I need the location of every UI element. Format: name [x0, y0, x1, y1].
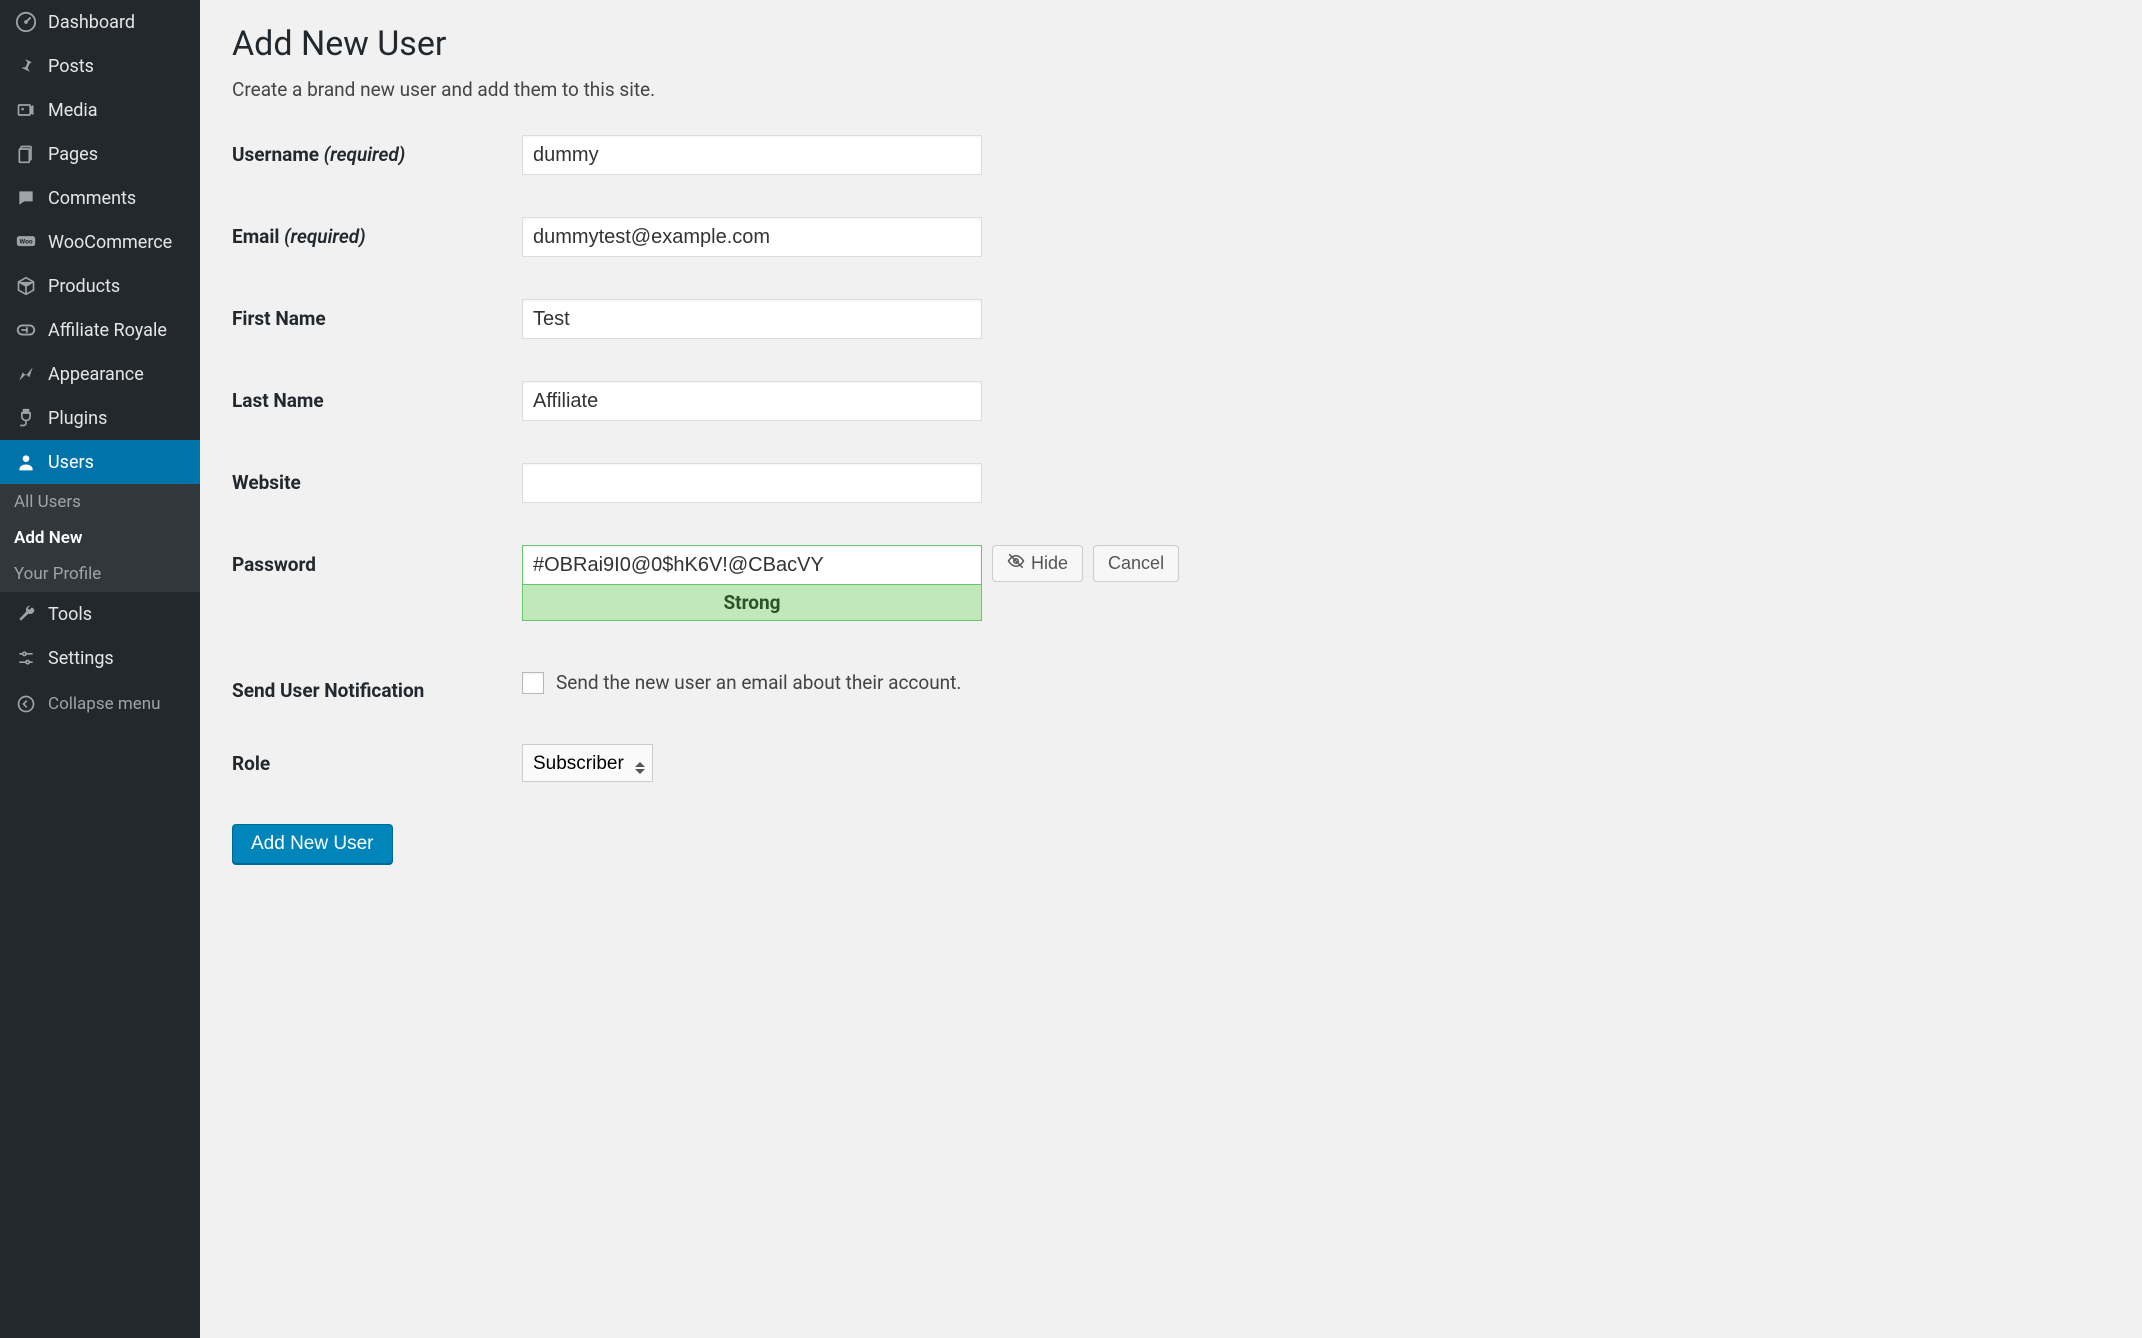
firstname-label: First Name: [232, 299, 522, 330]
sidebar-item-label: WooCommerce: [48, 232, 172, 253]
website-label: Website: [232, 463, 522, 494]
main-content: Add New User Create a brand new user and…: [200, 0, 2142, 1338]
lastname-field[interactable]: [522, 381, 982, 421]
appearance-icon: [14, 362, 38, 386]
sidebar-item-pages[interactable]: Pages: [0, 132, 200, 176]
sidebar-item-affiliate-royale[interactable]: Affiliate Royale: [0, 308, 200, 352]
sidebar-item-label: Appearance: [48, 364, 144, 385]
media-icon: [14, 98, 38, 122]
sidebar-item-label: Users: [48, 452, 94, 473]
sidebar-item-label: Comments: [48, 188, 136, 209]
notify-label: Send User Notification: [232, 671, 522, 702]
website-field[interactable]: [522, 463, 982, 503]
password-label: Password: [232, 545, 522, 576]
sidebar-item-label: Plugins: [48, 408, 107, 429]
page-description: Create a brand new user and add them to …: [232, 78, 2110, 101]
sidebar-item-label: Posts: [48, 56, 94, 77]
sidebar-item-posts[interactable]: Posts: [0, 44, 200, 88]
submenu-item-add-new[interactable]: Add New: [0, 520, 200, 556]
tools-icon: [14, 602, 38, 626]
sidebar-item-woocommerce[interactable]: Woo WooCommerce: [0, 220, 200, 264]
username-label: Username (required): [232, 135, 522, 166]
add-new-user-button[interactable]: Add New User: [232, 824, 393, 864]
comment-icon: [14, 186, 38, 210]
sidebar-item-users[interactable]: Users: [0, 440, 200, 484]
sidebar-item-label: Dashboard: [48, 12, 135, 33]
sidebar-item-tools[interactable]: Tools: [0, 592, 200, 636]
sidebar-item-label: Products: [48, 276, 120, 297]
page-title: Add New User: [232, 24, 2110, 64]
sidebar-item-products[interactable]: Products: [0, 264, 200, 308]
submenu-item-all-users[interactable]: All Users: [0, 484, 200, 520]
sidebar-item-plugins[interactable]: Plugins: [0, 396, 200, 440]
notify-checkbox-label: Send the new user an email about their a…: [556, 671, 961, 694]
role-select[interactable]: Subscriber: [522, 744, 653, 782]
user-icon: [14, 450, 38, 474]
cancel-password-button[interactable]: Cancel: [1093, 545, 1179, 582]
sidebar-item-appearance[interactable]: Appearance: [0, 352, 200, 396]
eye-slash-icon: [1007, 552, 1025, 575]
admin-sidebar: Dashboard Posts Media Pages Comments: [0, 0, 200, 1338]
password-strength-indicator: Strong: [522, 585, 982, 621]
sidebar-item-media[interactable]: Media: [0, 88, 200, 132]
username-field[interactable]: [522, 135, 982, 175]
sidebar-item-label: Tools: [48, 604, 92, 625]
affiliate-icon: [14, 318, 38, 342]
sidebar-item-label: Settings: [48, 648, 114, 669]
sidebar-item-label: Affiliate Royale: [48, 320, 167, 341]
sidebar-item-dashboard[interactable]: Dashboard: [0, 0, 200, 44]
submenu-item-your-profile[interactable]: Your Profile: [0, 556, 200, 592]
settings-icon: [14, 646, 38, 670]
users-submenu: All Users Add New Your Profile: [0, 484, 200, 592]
plugin-icon: [14, 406, 38, 430]
sidebar-item-label: Media: [48, 100, 98, 121]
lastname-label: Last Name: [232, 381, 522, 412]
collapse-label: Collapse menu: [48, 694, 161, 714]
svg-text:Woo: Woo: [19, 238, 32, 246]
hide-password-button[interactable]: Hide: [992, 545, 1083, 582]
pages-icon: [14, 142, 38, 166]
woocommerce-icon: Woo: [14, 230, 38, 254]
pushpin-icon: [14, 54, 38, 78]
email-label: Email (required): [232, 217, 522, 248]
collapse-icon: [14, 692, 38, 716]
products-icon: [14, 274, 38, 298]
sidebar-item-comments[interactable]: Comments: [0, 176, 200, 220]
sidebar-item-settings[interactable]: Settings: [0, 636, 200, 680]
dashboard-icon: [14, 10, 38, 34]
sidebar-item-label: Pages: [48, 144, 98, 165]
notify-checkbox[interactable]: [522, 672, 544, 694]
role-label: Role: [232, 744, 522, 775]
email-field[interactable]: [522, 217, 982, 257]
collapse-menu[interactable]: Collapse menu: [0, 680, 200, 728]
firstname-field[interactable]: [522, 299, 982, 339]
password-field[interactable]: [522, 545, 982, 585]
